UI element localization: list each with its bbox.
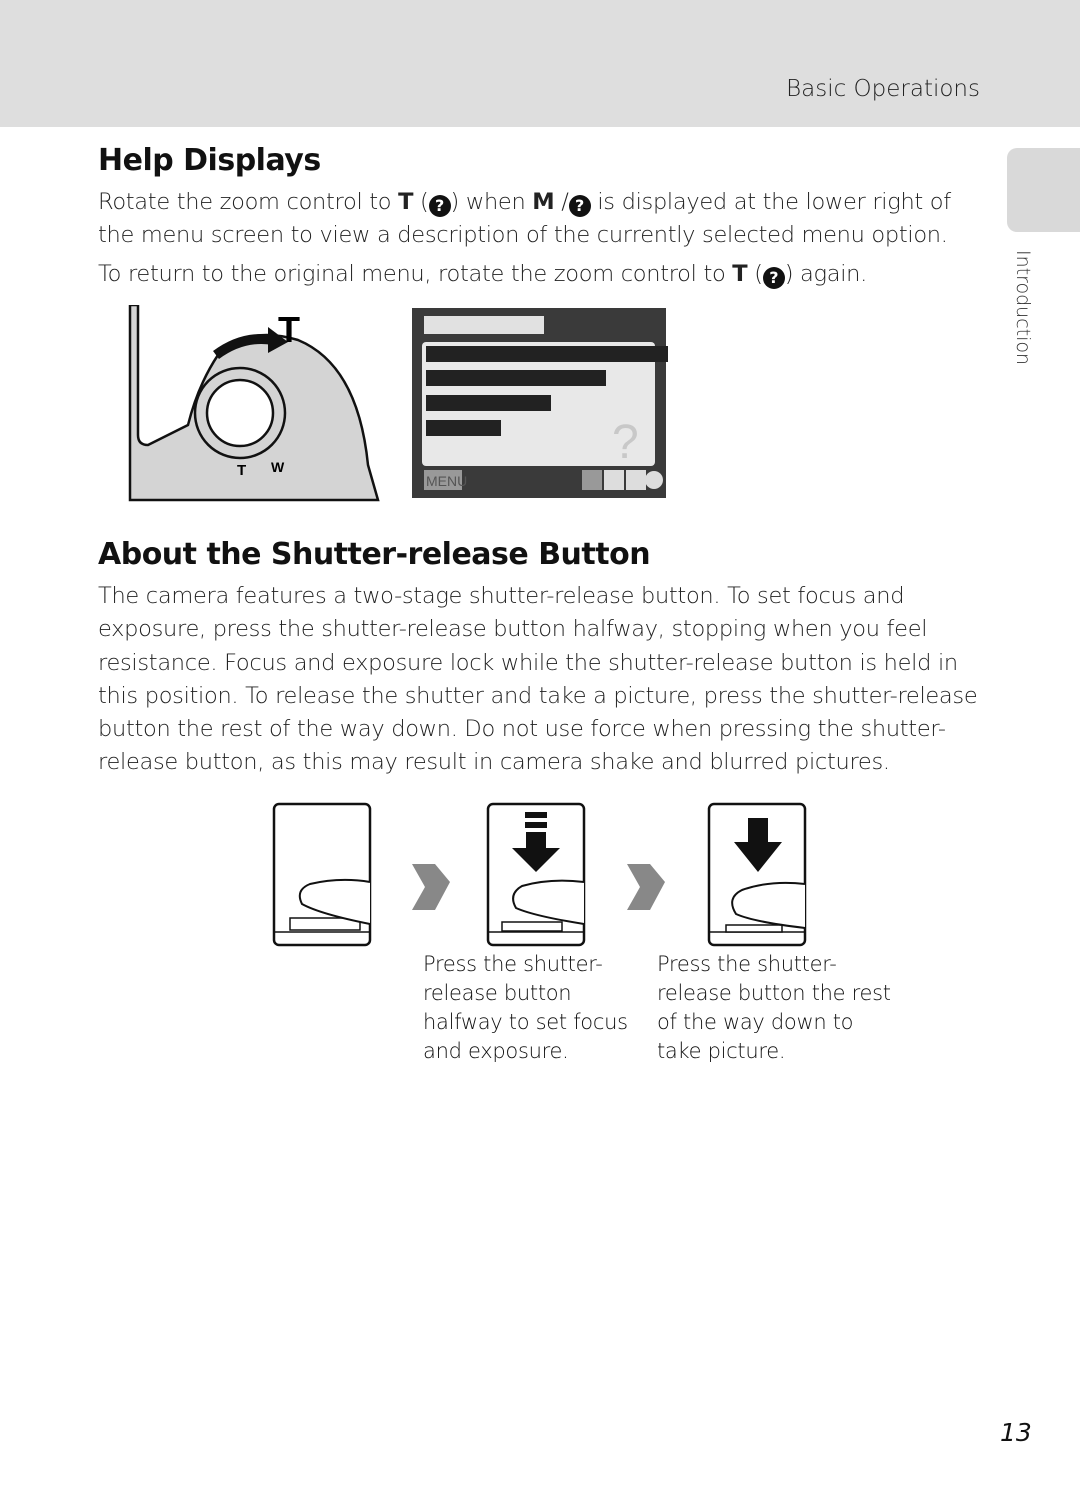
side-tab-label: Introduction (1012, 250, 1034, 366)
caption-full-press: Press the shutter- release button the re… (657, 950, 891, 1066)
caption-line: and exposure. (423, 1039, 569, 1063)
text: again. (793, 261, 867, 287)
help-icon: ? (428, 195, 451, 217)
help-icon: ? (762, 267, 785, 289)
tele-label: T (278, 309, 300, 350)
menu-glyph: M (532, 189, 555, 215)
shutter-half-press-panel (486, 802, 586, 947)
caption-line: halfway to set focus (423, 1010, 628, 1034)
caption-line: of the way down to (657, 1010, 854, 1034)
wide-marker: W (271, 459, 285, 475)
tele-glyph: T (398, 189, 414, 215)
menu-label: MENU (426, 473, 467, 489)
text: Rotate the zoom control to (98, 189, 399, 215)
tele-marker: T (237, 462, 246, 479)
shutter-illustrations (272, 802, 807, 947)
caption-line: release button the rest (657, 981, 891, 1005)
caption-line: Press the shutter- (423, 952, 603, 976)
help-displays-heading: Help Displays (98, 143, 321, 178)
shutter-heading: About the Shutter-release Button (98, 537, 651, 572)
caption-half-press: Press the shutter- release button halfwa… (423, 950, 628, 1066)
arrow-right-icon (412, 864, 450, 910)
help-question-mark: ? (612, 416, 639, 469)
arrow-right-icon (627, 864, 665, 910)
help-icon: ? (568, 195, 591, 217)
help-screen-illustration: ? MENU (412, 308, 668, 498)
section-title: Basic Operations (786, 76, 980, 102)
tele-glyph: T (732, 261, 748, 287)
caption-line: take picture. (657, 1039, 786, 1063)
help-paragraph-1: Rotate the zoom control to T (?) when M … (98, 186, 988, 253)
side-tab (1007, 148, 1080, 232)
shutter-full-press-panel (707, 802, 807, 947)
text: To return to the original menu, rotate t… (98, 261, 733, 287)
page-number: 13 (1000, 1418, 1032, 1447)
shutter-paragraph: The camera features a two-stage shutter-… (98, 583, 978, 776)
caption-line: Press the shutter- (657, 952, 837, 976)
help-paragraph-2: To return to the original menu, rotate t… (98, 258, 988, 291)
caption-line: release button (423, 981, 572, 1005)
shutter-rest-panel (272, 802, 372, 947)
zoom-control-illustration: T T W (128, 305, 380, 502)
text: when (458, 189, 533, 215)
page-header: Basic Operations (0, 0, 1080, 127)
